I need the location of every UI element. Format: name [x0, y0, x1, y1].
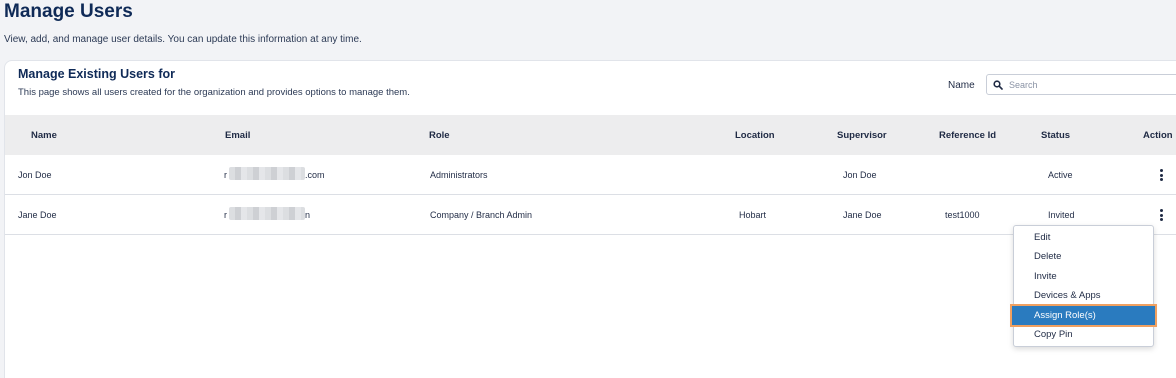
- menu-item-copy-pin[interactable]: Copy Pin: [1014, 325, 1153, 344]
- cell-status: Active: [1048, 170, 1073, 180]
- cell-name: Jane Doe: [18, 210, 57, 220]
- cell-reference-id: test1000: [945, 210, 980, 220]
- email-redaction: [229, 167, 305, 180]
- cell-status: Invited: [1048, 210, 1075, 220]
- column-header-email[interactable]: Email: [225, 130, 250, 141]
- search-label: Name: [948, 80, 975, 91]
- cell-role: Administrators: [430, 170, 488, 180]
- column-header-action: Action: [1143, 130, 1173, 141]
- column-header-location[interactable]: Location: [735, 130, 775, 141]
- cell-supervisor: Jon Doe: [843, 170, 877, 180]
- column-header-status[interactable]: Status: [1041, 130, 1070, 141]
- column-header-role[interactable]: Role: [429, 130, 450, 141]
- table-row[interactable]: Jon Doe r .com Administrators Jon Doe Ac…: [5, 155, 1176, 195]
- email-redaction: [229, 207, 305, 220]
- search-box[interactable]: [986, 74, 1176, 95]
- cell-role: Company / Branch Admin: [430, 210, 533, 220]
- menu-item-invite[interactable]: Invite: [1014, 267, 1153, 286]
- card-description: This page shows all users created for th…: [18, 87, 410, 98]
- menu-item-delete[interactable]: Delete: [1014, 247, 1153, 266]
- page-title: Manage Users: [4, 1, 133, 22]
- cell-name: Jon Doe: [18, 170, 52, 180]
- search-icon: [993, 79, 1003, 90]
- menu-item-edit[interactable]: Edit: [1014, 228, 1153, 247]
- table-header: Name Email Role Location Supervisor Refe…: [5, 115, 1176, 155]
- column-header-reference-id[interactable]: Reference Id: [939, 130, 996, 141]
- search-input[interactable]: [1009, 79, 1169, 90]
- table-row[interactable]: Jane Doe r n Company / Branch Admin Hoba…: [5, 195, 1176, 235]
- cell-email-prefix: r: [224, 210, 227, 220]
- card-title: Manage Existing Users for: [18, 67, 175, 81]
- kebab-menu-icon[interactable]: [1157, 208, 1165, 222]
- cell-location: Hobart: [739, 210, 767, 220]
- page-subtitle: View, add, and manage user details. You …: [4, 34, 362, 45]
- column-header-name[interactable]: Name: [31, 130, 57, 141]
- menu-item-devices-apps[interactable]: Devices & Apps: [1014, 286, 1153, 305]
- cell-email-suffix: n: [305, 210, 311, 220]
- column-header-supervisor[interactable]: Supervisor: [837, 130, 887, 141]
- menu-item-assign-roles[interactable]: Assign Role(s): [1010, 304, 1157, 327]
- users-card: Manage Existing Users for This page show…: [4, 60, 1176, 378]
- cell-email-prefix: r: [224, 170, 227, 180]
- cell-email-suffix: .com: [305, 170, 325, 180]
- action-menu: Edit Delete Invite Devices & Apps Assign…: [1010, 225, 1157, 347]
- kebab-menu-icon[interactable]: [1157, 168, 1165, 182]
- cell-supervisor: Jane Doe: [843, 210, 882, 220]
